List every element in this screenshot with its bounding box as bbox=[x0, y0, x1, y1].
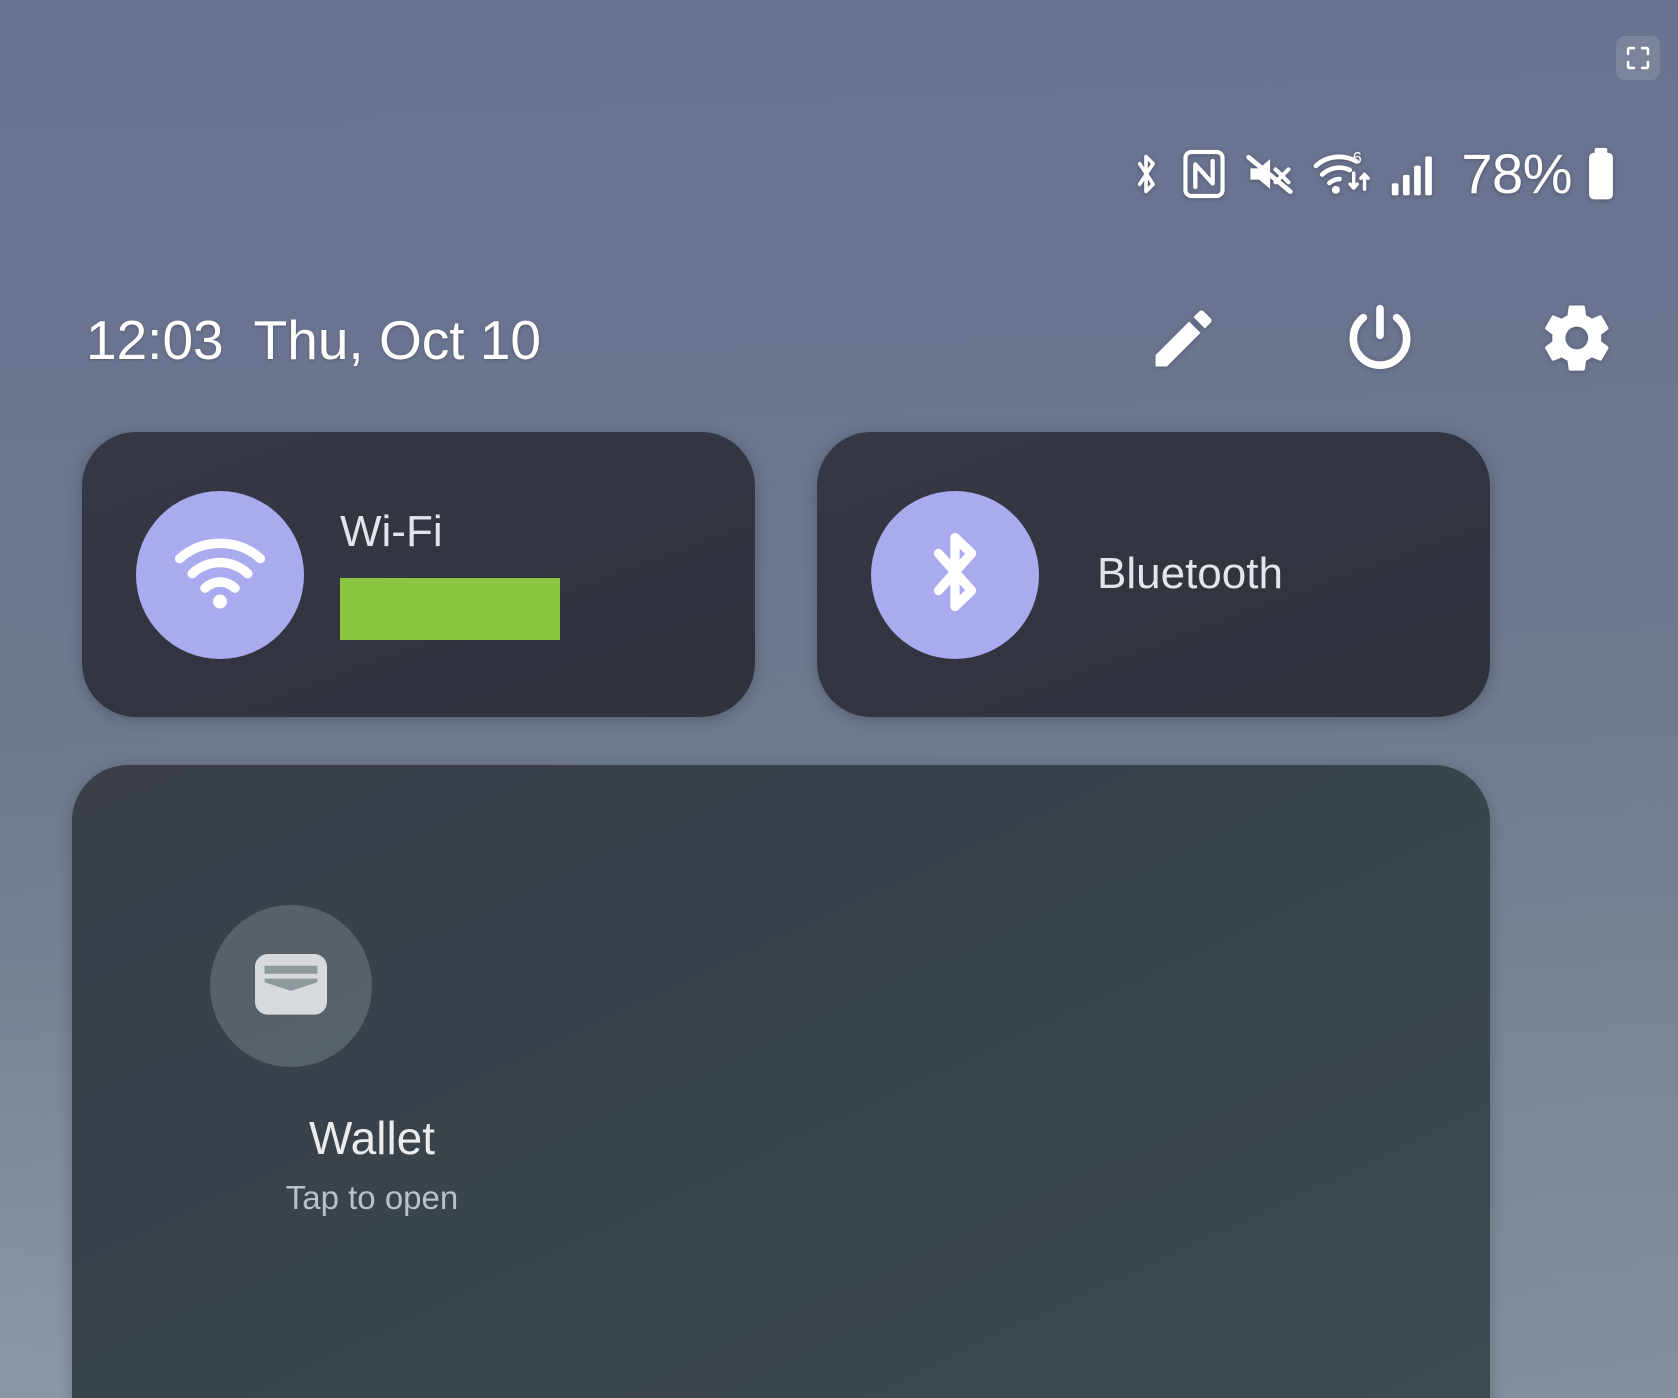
bluetooth-icon bbox=[1127, 147, 1165, 201]
quick-settings-tiles: Wi-Fi Bluetooth bbox=[82, 432, 1490, 717]
quick-settings-header: 12:03 Thu, Oct 10 bbox=[0, 300, 1678, 380]
battery-icon bbox=[1586, 146, 1616, 202]
fullscreen-button[interactable] bbox=[1616, 36, 1660, 80]
wallet-card[interactable]: Wallet Tap to open bbox=[72, 765, 1490, 1398]
clock-date[interactable]: Thu, Oct 10 bbox=[254, 312, 541, 368]
wallet-icon-circle bbox=[210, 905, 372, 1067]
power-icon bbox=[1340, 298, 1420, 383]
wifi-tile-texts: Wi-Fi bbox=[340, 507, 560, 640]
wallet-title: Wallet bbox=[308, 1112, 436, 1164]
bluetooth-tile[interactable]: Bluetooth bbox=[817, 432, 1490, 717]
status-bar: 6 78% bbox=[1127, 146, 1616, 202]
fullscreen-expand-icon bbox=[1624, 44, 1652, 72]
wifi-6-icon: 6 bbox=[1311, 147, 1373, 201]
cellular-signal-icon bbox=[1389, 149, 1441, 199]
wifi-tile[interactable]: Wi-Fi bbox=[82, 432, 755, 717]
svg-text:6: 6 bbox=[1353, 150, 1362, 168]
nfc-icon bbox=[1181, 148, 1227, 200]
bluetooth-tile-icon-circle bbox=[871, 490, 1039, 659]
bluetooth-tile-texts: Bluetooth bbox=[1075, 551, 1283, 597]
settings-button[interactable] bbox=[1538, 299, 1616, 382]
pencil-icon bbox=[1146, 300, 1222, 381]
gear-icon bbox=[1538, 299, 1616, 382]
wallet-subtitle: Tap to open bbox=[285, 1179, 459, 1216]
quick-settings-screen: 6 78% 12:03 Thu, Oct 10 Wi-Fi Bluetooth … bbox=[0, 0, 1678, 1398]
clock-date-group: 12:03 Thu, Oct 10 bbox=[86, 312, 541, 368]
bluetooth-tile-label: Bluetooth bbox=[1097, 549, 1283, 599]
clock-time[interactable]: 12:03 bbox=[86, 312, 224, 368]
wifi-icon bbox=[172, 533, 268, 616]
bluetooth-icon bbox=[916, 524, 994, 625]
volume-mute-icon bbox=[1243, 149, 1295, 199]
header-actions bbox=[1146, 298, 1616, 383]
wifi-tile-label: Wi-Fi bbox=[340, 507, 443, 557]
edit-button[interactable] bbox=[1146, 300, 1222, 381]
wifi-tile-network-name-redacted bbox=[340, 577, 560, 640]
wifi-tile-icon-circle bbox=[136, 490, 304, 659]
power-button[interactable] bbox=[1340, 298, 1420, 383]
wallet-icon bbox=[249, 946, 333, 1027]
battery-percent-label: 78% bbox=[1461, 142, 1572, 205]
